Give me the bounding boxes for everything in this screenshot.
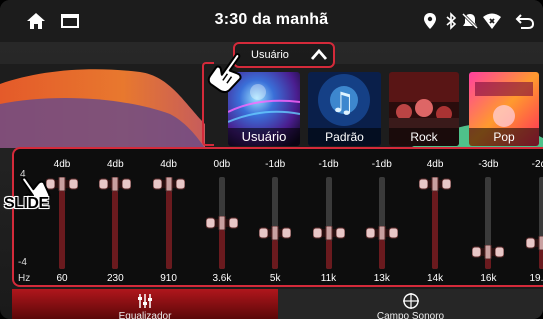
equalizer-icon (138, 294, 152, 308)
eq-band: 4db 230 (95, 149, 135, 287)
band-gain-label: 4db (106, 159, 124, 170)
slider-knob[interactable] (205, 216, 238, 230)
slider-knob[interactable] (259, 225, 292, 240)
slider-knob[interactable] (525, 235, 543, 250)
band-gain-label: -1db (265, 159, 286, 170)
band-frequency-label: 230 (106, 273, 124, 284)
slider-knob[interactable] (152, 177, 185, 191)
slider-knob[interactable] (99, 177, 132, 191)
slider-knob[interactable] (472, 245, 505, 260)
eq-band: -1db 5k (255, 149, 295, 287)
band-gain-label: -1db (318, 159, 339, 170)
band-gain-label: -2db (531, 159, 543, 170)
slider-knob[interactable] (419, 177, 452, 191)
back-icon[interactable] (515, 12, 535, 30)
preset-label: Padrão (308, 128, 381, 146)
crosshair-icon (403, 293, 419, 309)
slider-knob[interactable] (312, 225, 345, 240)
band-gain-label: 0db (213, 159, 231, 170)
mute-icon (461, 12, 479, 30)
band-gain-label: -1db (371, 159, 392, 170)
slider-fill (218, 230, 225, 269)
slider-knob[interactable] (365, 225, 398, 240)
band-frequency-label: 16k (480, 273, 497, 284)
pointing-hand-icon (207, 53, 242, 93)
slider-fill (325, 239, 332, 269)
slider-fill (59, 191, 65, 269)
location-icon (424, 13, 436, 29)
tab-sound-field[interactable]: Campo Sonoro (278, 289, 543, 319)
bottom-tabs: Equalizador Campo Sonoro (12, 289, 543, 319)
svg-text:♫: ♫ (330, 86, 355, 119)
band-frequency-label: 11k (320, 273, 337, 284)
band-frequency-label: 60 (56, 273, 68, 284)
axis-unit-label: Hz (18, 273, 31, 284)
preset-card-padrao[interactable]: ♫ Padrão (308, 72, 381, 146)
chevron-up-icon[interactable] (309, 47, 329, 63)
eq-band: 4db 60 (42, 149, 82, 287)
screen: 3:30 da manhã Usuário Usuário ♫ Padrão R… (0, 0, 543, 319)
axis-min-label: -4 (18, 257, 27, 268)
eq-band: 4db 14k (415, 149, 455, 287)
eq-band: -2db 19.9k (522, 149, 543, 287)
slide-annotation: SLIDE (4, 195, 49, 212)
eq-band: 0db 3.6k (202, 149, 242, 287)
preset-card-rock[interactable]: Rock (389, 72, 459, 146)
band-gain-label: -3db (478, 159, 499, 170)
band-gain-label: 4db (426, 159, 444, 170)
bluetooth-icon (446, 12, 457, 30)
band-frequency-label: 910 (160, 273, 177, 284)
preset-label: Pop (469, 128, 539, 146)
eq-band: -1db 11k (309, 149, 349, 287)
slider-fill (112, 191, 119, 269)
tab-label: Equalizador (118, 311, 172, 319)
band-frequency-label: 14k (427, 273, 444, 284)
slider-fill (378, 239, 385, 269)
slider-fill (538, 249, 543, 269)
slider-fill (432, 191, 439, 269)
preset-label: Usuário (228, 128, 300, 146)
slider-fill (272, 239, 279, 269)
preset-label: Rock (389, 128, 459, 146)
status-bar: 3:30 da manhã (0, 0, 543, 42)
band-frequency-label: 3.6k (212, 273, 232, 284)
equalizer-panel: 4 -4 Hz 4db 60 4db 230 4db 910 0db 3.6k -1db 5k -1… (12, 147, 543, 287)
eq-band: 4db 910 (149, 149, 189, 287)
preset-card-pop[interactable]: Pop (469, 72, 539, 146)
tab-label: Campo Sonoro (376, 311, 445, 319)
band-frequency-label: 13k (373, 273, 390, 284)
band-frequency-label: 19.9k (529, 273, 543, 284)
slider-fill (485, 259, 492, 269)
preset-selector-label: Usuário (251, 49, 289, 61)
wifi-off-icon (483, 13, 501, 29)
tab-equalizer[interactable]: Equalizador (12, 289, 278, 319)
band-frequency-label: 5k (269, 273, 281, 284)
band-gain-label: 4db (53, 159, 71, 170)
eq-band: -1db 13k (362, 149, 402, 287)
band-gain-label: 4db (160, 159, 177, 170)
slider-fill (165, 191, 172, 269)
eq-band: -3db 16k (468, 149, 508, 287)
